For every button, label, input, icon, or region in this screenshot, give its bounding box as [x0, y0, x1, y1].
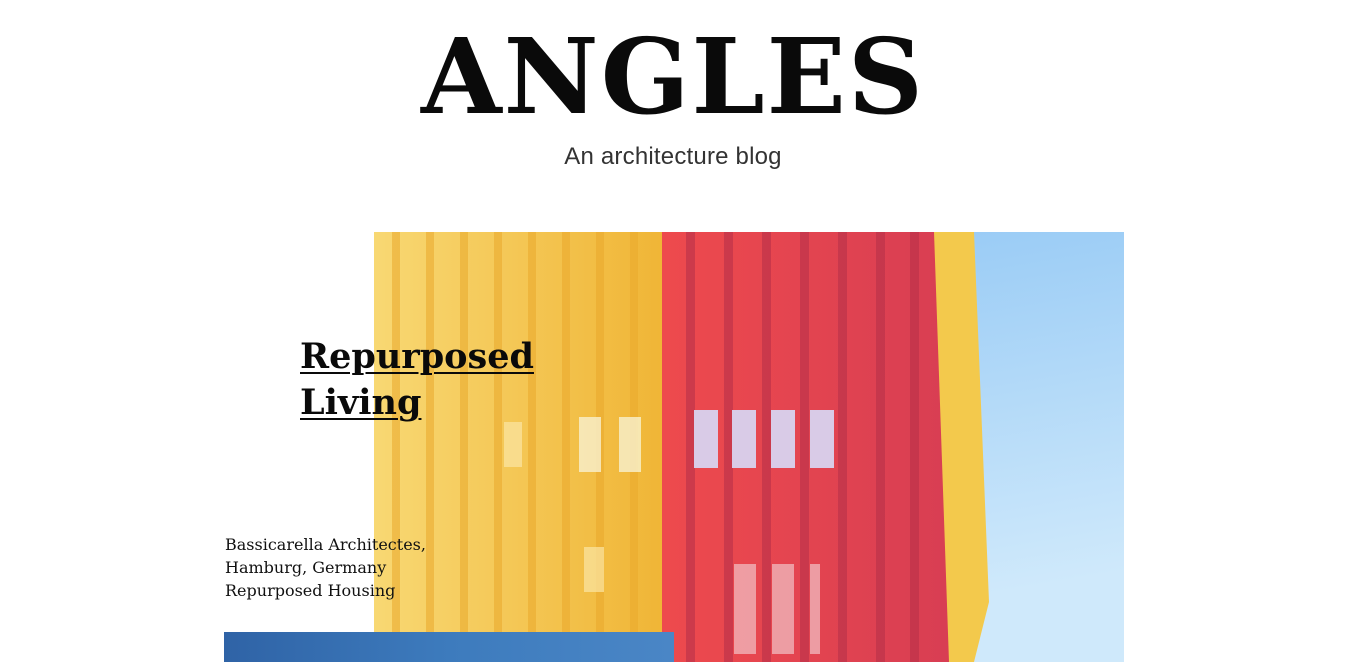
post-meta-category[interactable]: Repurposed Housing — [225, 579, 445, 602]
post-title-line: Living — [300, 382, 422, 423]
next-post-image[interactable] — [224, 632, 674, 662]
post-title-link[interactable]: Repurposed Living — [300, 334, 540, 426]
colorful-facade-photo — [374, 232, 1124, 662]
post-meta-architect: Bassicarella Architectes, — [225, 535, 426, 554]
post-featured-image[interactable] — [374, 232, 1124, 662]
site-title[interactable]: ANGLES — [0, 22, 1346, 132]
post-meta: Bassicarella Architectes, Hamburg, Germa… — [225, 533, 445, 602]
post-title-line: Repurposed — [300, 336, 534, 377]
site-tagline: An architecture blog — [564, 143, 782, 170]
page: ANGLES An architecture blog Repurposed L… — [0, 0, 1346, 662]
post-meta-location: Hamburg, Germany — [225, 558, 387, 577]
